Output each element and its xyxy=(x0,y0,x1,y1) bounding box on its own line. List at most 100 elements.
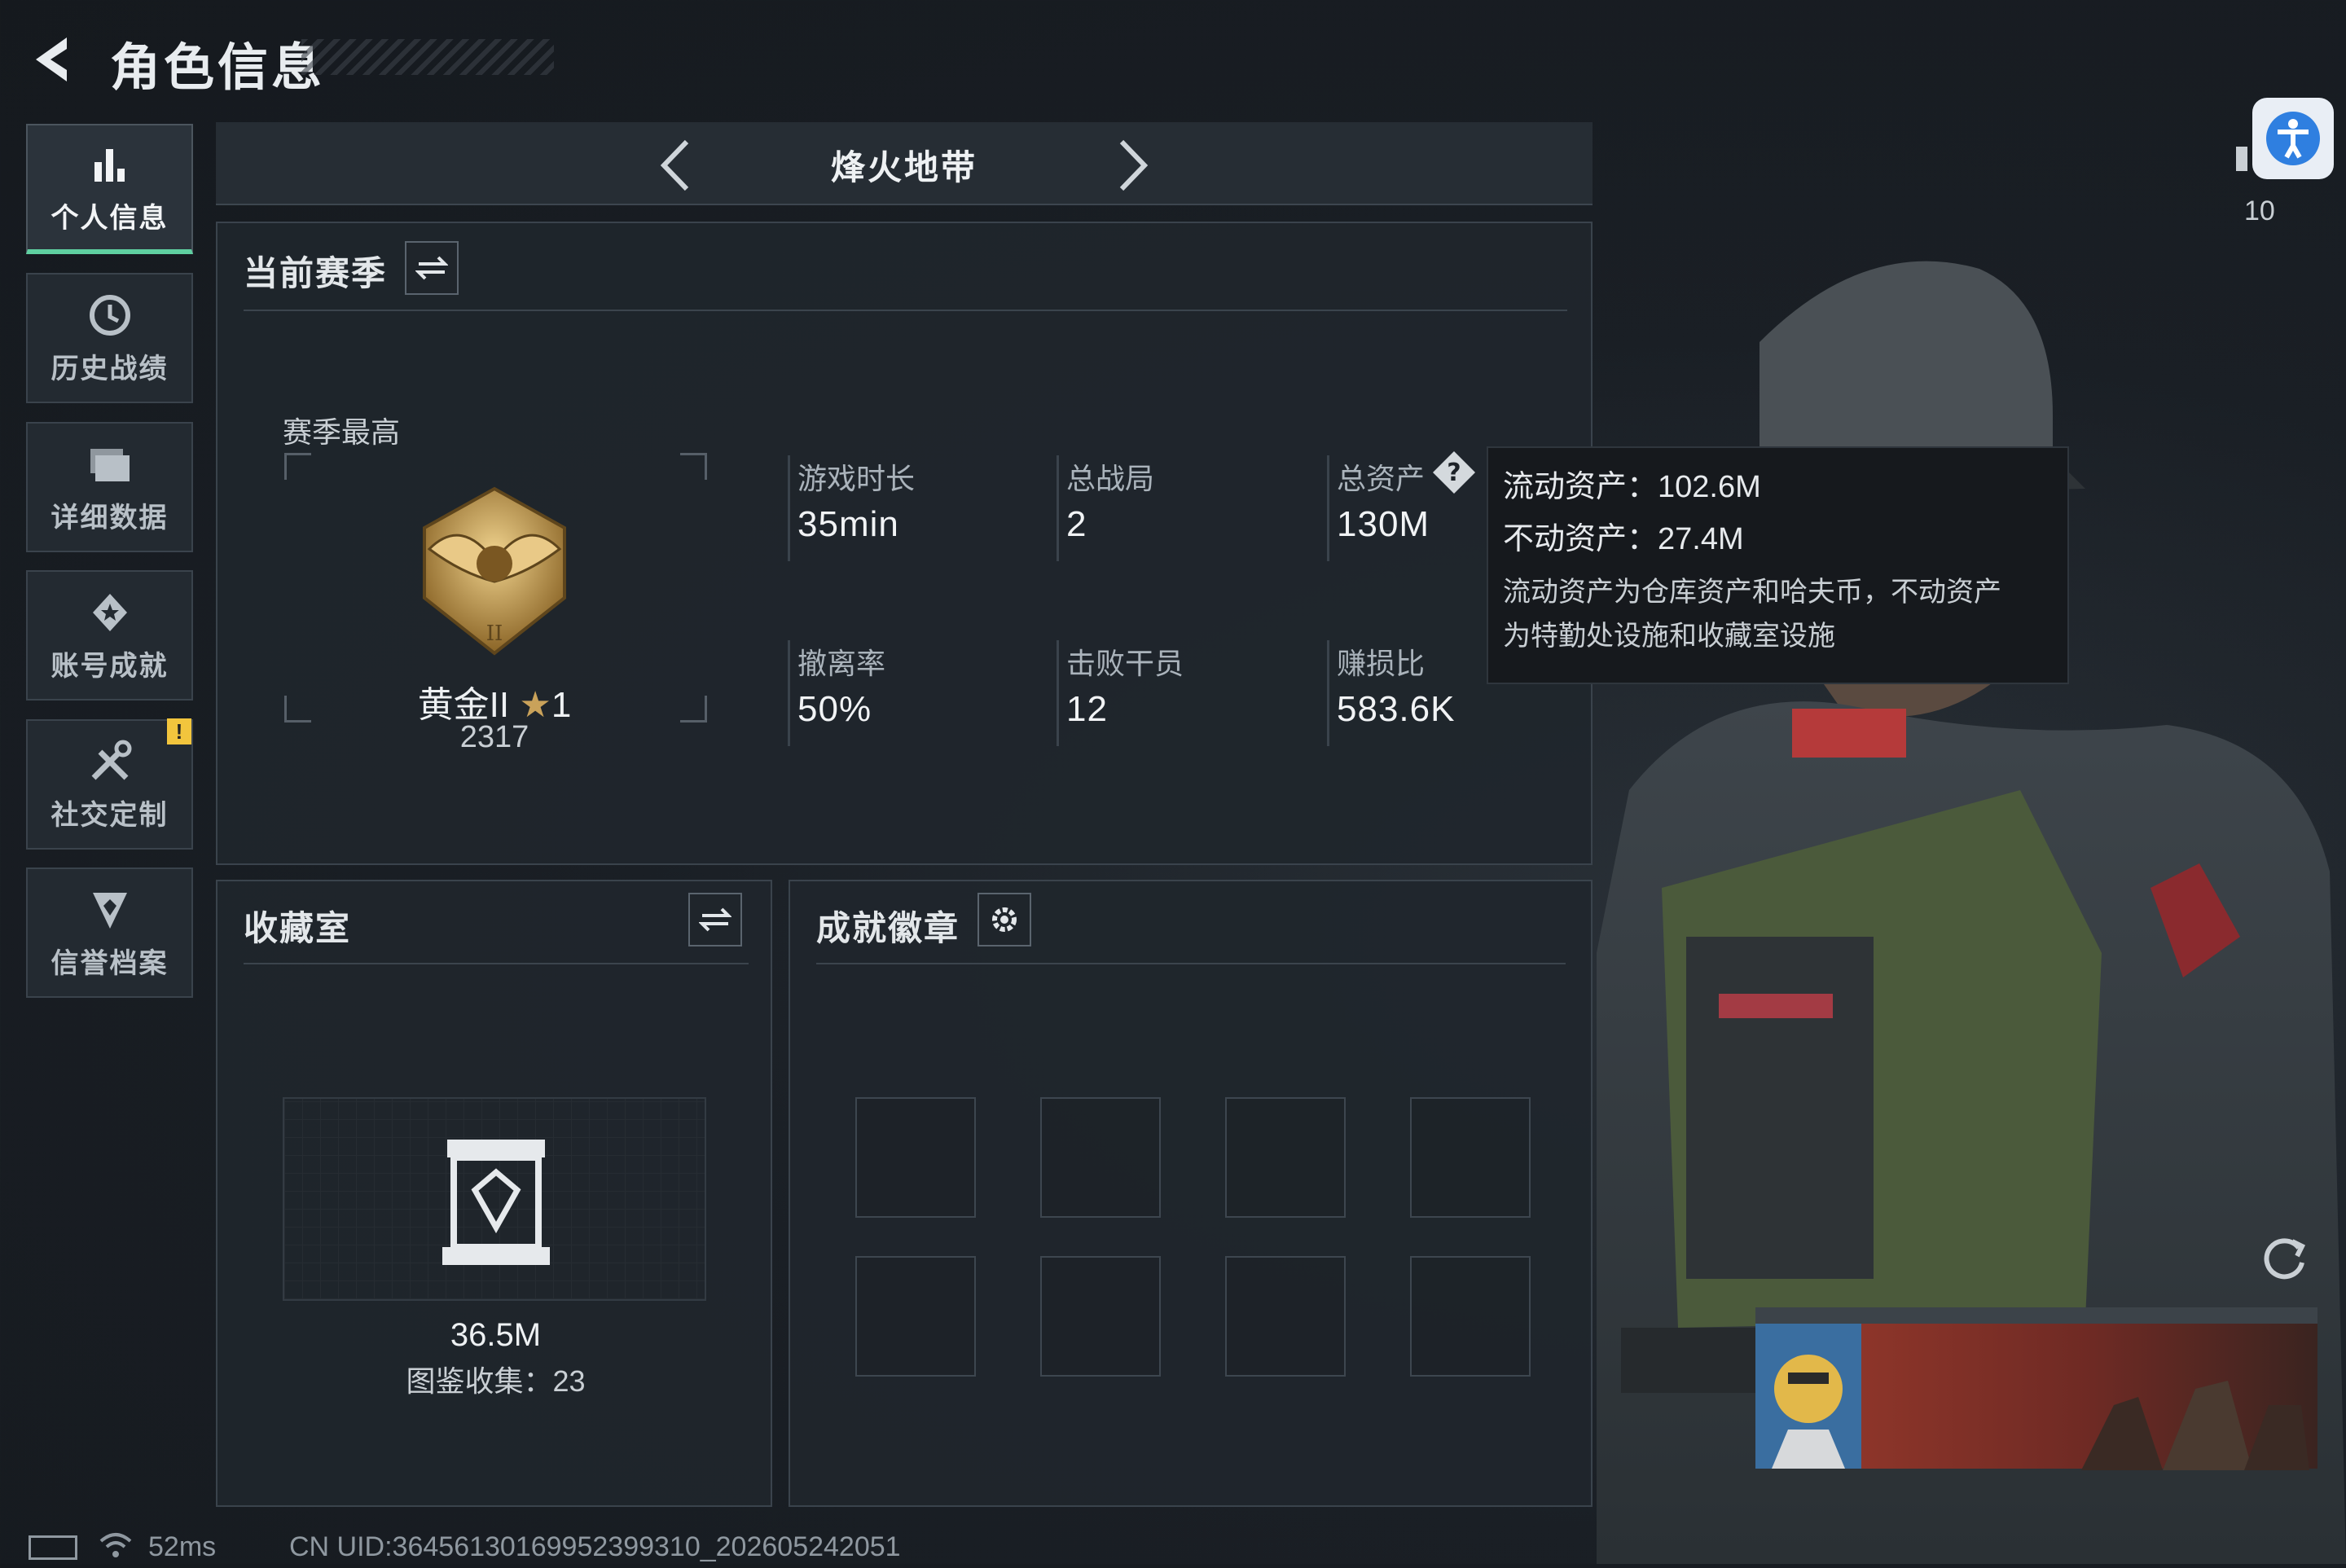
wifi-icon xyxy=(98,1531,134,1566)
stat-label: 总资产 xyxy=(1337,462,1426,495)
mode-selector: 烽火地带 xyxy=(216,122,1593,205)
tools-icon xyxy=(86,737,134,786)
page-title: 角色信息 xyxy=(110,40,326,96)
stat-value: 130M xyxy=(1337,504,1430,544)
stat-label: 撤离率 xyxy=(797,647,886,680)
credit-shield-icon xyxy=(86,885,134,934)
title-decoration xyxy=(301,39,554,75)
swap-icon xyxy=(699,907,731,932)
arrow-left-icon xyxy=(36,37,67,81)
collection-catalog: 图鉴收集：23 xyxy=(406,1364,586,1398)
divider xyxy=(816,963,1566,964)
rotate-model-button[interactable] xyxy=(2256,1230,2313,1287)
season-switch-button[interactable] xyxy=(405,241,459,295)
uid-text: CN UID:36456130169952399310_202605242051 xyxy=(289,1531,901,1562)
achievements-title: 成就徽章 xyxy=(816,909,960,947)
bar-chart-icon xyxy=(86,140,134,189)
tooltip-note-1: 流动资产为仓库资产和哈夫币，不动资产 xyxy=(1503,577,2001,608)
stat-label: 总战局 xyxy=(1066,462,1155,495)
stat-divider xyxy=(1327,455,1329,561)
avatar xyxy=(1755,1324,1861,1469)
sidebar-item-personal-info[interactable]: 个人信息 xyxy=(26,124,193,254)
badge-slot[interactable] xyxy=(855,1256,976,1377)
sidebar-item-credit[interactable]: 信誉档案 xyxy=(26,867,193,998)
sidebar-item-label: 信誉档案 xyxy=(51,947,169,979)
sidebar-item-label: 社交定制 xyxy=(51,799,169,831)
sidebar-item-label: 详细数据 xyxy=(51,502,169,534)
stat-value: 2 xyxy=(1066,504,1087,544)
badge-slot[interactable] xyxy=(1410,1256,1531,1377)
battery-icon xyxy=(29,1535,77,1560)
frame-corner xyxy=(284,453,311,480)
collection-value: 36.5M xyxy=(450,1317,542,1353)
season-title: 当前赛季 xyxy=(244,254,388,292)
display-case-icon xyxy=(442,1140,550,1265)
stat-label: 赚损比 xyxy=(1337,647,1426,680)
divider xyxy=(244,963,749,964)
stat-divider xyxy=(1057,640,1059,746)
collection-preview[interactable] xyxy=(283,1097,706,1301)
collection-panel: 收藏室 36.5M 图鉴收集：23 xyxy=(216,880,772,1507)
rank-name: 黄金II xyxy=(417,685,510,725)
stat-value: 583.6K xyxy=(1337,689,1456,729)
sidebar-item-achievements[interactable]: 账号成就 xyxy=(26,570,193,701)
mode-name: 烽火地带 xyxy=(830,148,978,187)
stat-divider xyxy=(1327,640,1329,746)
rank-score: 2317 xyxy=(459,720,529,754)
season-best-label: 赛季最高 xyxy=(283,415,401,449)
asset-help-button[interactable]: ? xyxy=(1431,450,1477,499)
sidebar-item-label: 个人信息 xyxy=(51,202,169,234)
sidebar-item-details[interactable]: 详细数据 xyxy=(26,422,193,552)
name-card[interactable] xyxy=(1755,1324,2317,1470)
badge-slot[interactable] xyxy=(1040,1097,1161,1218)
card-header-strip xyxy=(1755,1307,2317,1324)
stat-divider xyxy=(1057,455,1059,561)
signal-bar-icon xyxy=(2236,147,2247,171)
asset-tooltip: 流动资产：102.6M 不动资产：27.4M 流动资产为仓库资产和哈夫币，不动资… xyxy=(1487,446,2069,684)
gear-icon xyxy=(992,907,1017,932)
top-right-count: 10 xyxy=(2244,195,2275,226)
svg-text:II: II xyxy=(486,621,503,646)
question-icon: ? xyxy=(1433,451,1475,494)
stat-value: 12 xyxy=(1066,689,1108,729)
badge-slot[interactable] xyxy=(1410,1097,1531,1218)
rank-stars: 1 xyxy=(551,685,572,725)
card-soldiers-art xyxy=(2081,1381,2309,1470)
sidebar-item-label: 历史战绩 xyxy=(51,353,169,384)
history-icon xyxy=(86,291,134,340)
achievements-settings-button[interactable] xyxy=(978,893,1031,947)
rotate-icon xyxy=(2264,1238,2306,1280)
badge-slot[interactable] xyxy=(1040,1256,1161,1377)
stat-value: 35min xyxy=(797,504,899,544)
svg-text:?: ? xyxy=(1447,459,1461,487)
frame-corner xyxy=(680,453,707,480)
season-panel: 当前赛季 赛季最高 II 黄金II ★1 2317 游戏时长 35min 总战局… xyxy=(216,222,1593,865)
stat-divider xyxy=(788,640,790,746)
badge-slot[interactable] xyxy=(1225,1256,1346,1377)
achievement-icon xyxy=(86,588,134,637)
folder-icon xyxy=(86,440,134,489)
tooltip-fixed-assets: 不动资产：27.4M xyxy=(1503,522,1744,556)
stat-divider xyxy=(788,455,790,561)
achievements-panel: 成就徽章 xyxy=(789,880,1593,1507)
back-button[interactable] xyxy=(24,31,81,88)
collection-switch-button[interactable] xyxy=(688,893,742,947)
star-icon: ★ xyxy=(519,685,551,725)
sidebar-item-label: 账号成就 xyxy=(51,650,169,682)
ping-value: 52ms xyxy=(148,1531,217,1562)
badge-slot[interactable] xyxy=(1225,1097,1346,1218)
next-mode-button[interactable] xyxy=(1112,137,1153,198)
badge-slot[interactable] xyxy=(855,1097,976,1218)
divider xyxy=(244,310,1567,311)
rank-emblem-icon: II xyxy=(413,484,576,663)
stat-label: 游戏时长 xyxy=(797,462,916,495)
collection-title: 收藏室 xyxy=(244,909,352,947)
stat-value: 50% xyxy=(797,689,872,729)
sidebar-item-history[interactable]: 历史战绩 xyxy=(26,273,193,403)
accessibility-button[interactable] xyxy=(2252,98,2334,179)
stat-label: 击败干员 xyxy=(1066,647,1184,680)
swap-icon xyxy=(415,256,448,280)
chevron-right-icon xyxy=(1119,139,1149,191)
notification-badge: ! xyxy=(167,718,191,744)
frame-corner xyxy=(680,696,707,723)
